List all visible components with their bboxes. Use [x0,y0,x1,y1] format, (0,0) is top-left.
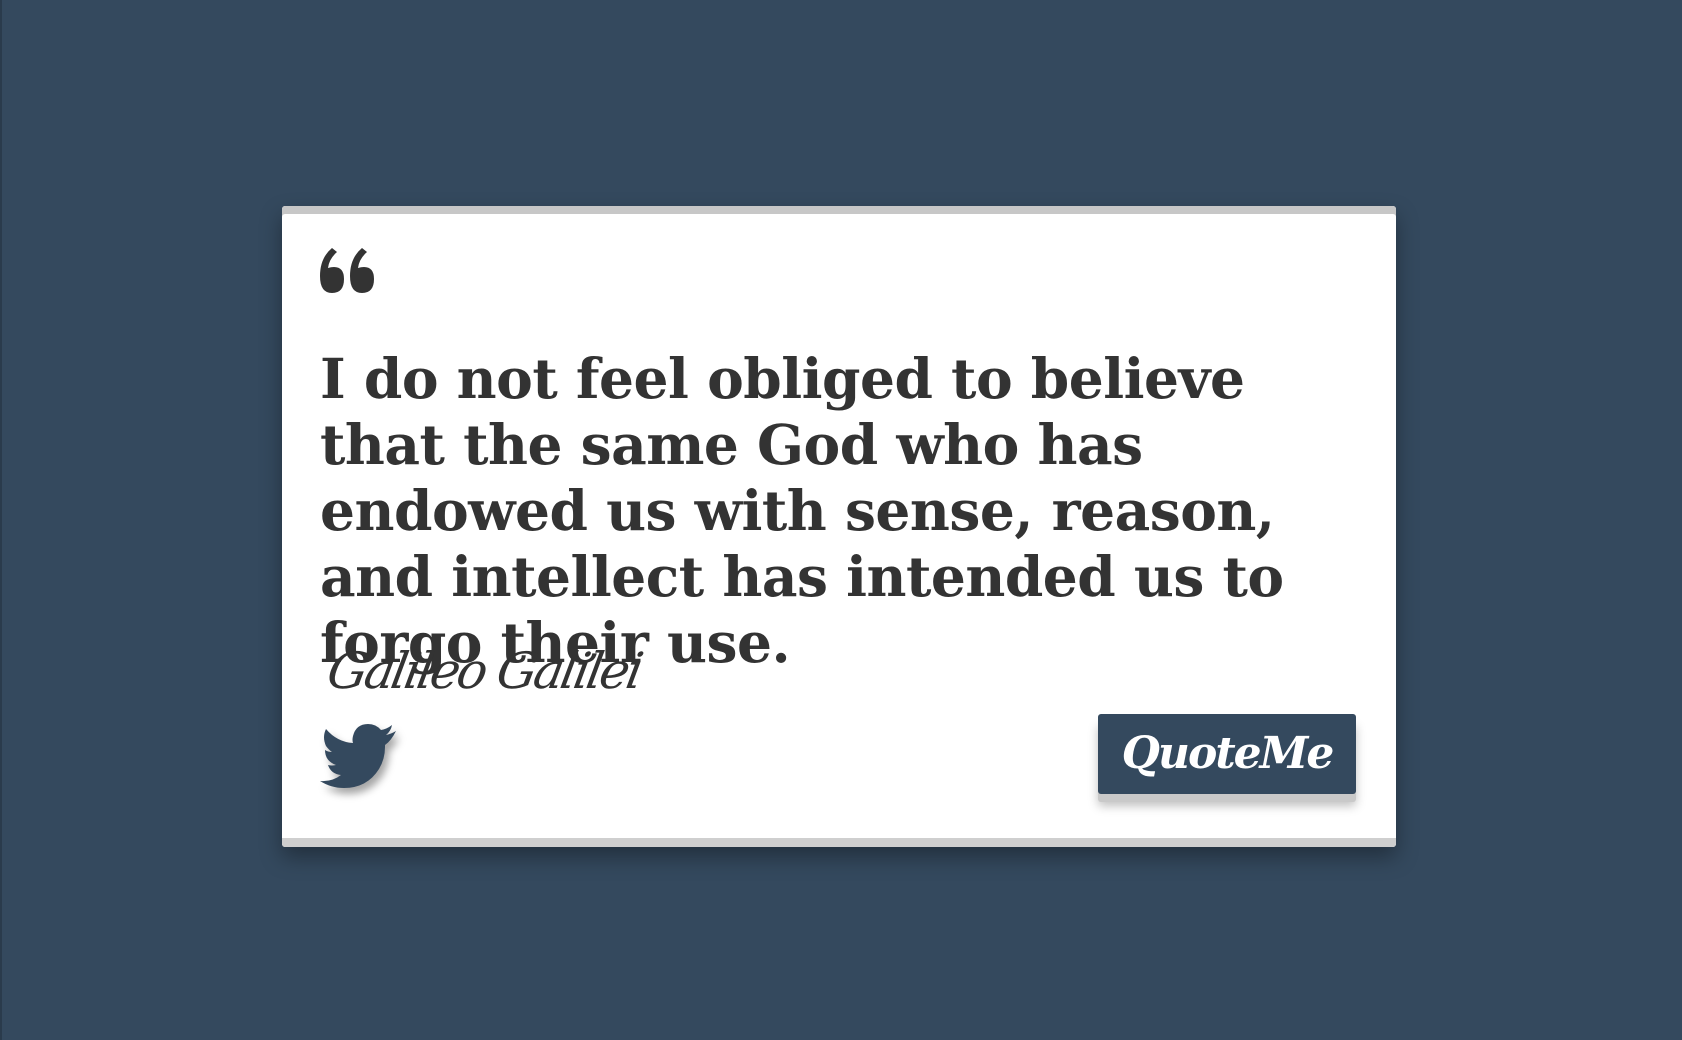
left-double-quote-icon [320,246,376,294]
twitter-bird-icon [320,724,396,788]
tweet-quote-button[interactable] [320,721,400,797]
quote-author: Galileo Galilei [323,642,645,700]
left-edge-divider [0,0,2,1040]
quote-text: I do not feel obliged to believe that th… [320,346,1284,675]
card-bottom-strip [282,838,1396,847]
new-quote-button[interactable]: QuoteMe [1098,714,1356,794]
quote-card: I do not feel obliged to believe that th… [282,206,1396,847]
